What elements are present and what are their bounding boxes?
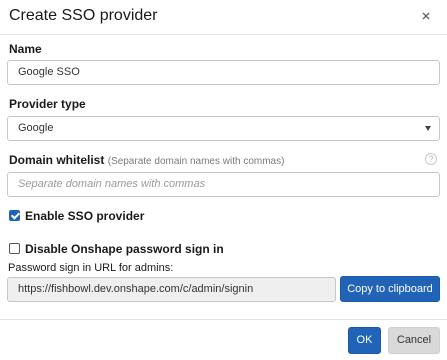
domain-whitelist-label: Domain whitelist (Separate domain names … bbox=[9, 153, 284, 167]
create-sso-provider-dialog: Create SSO provider Name Google SSO Prov… bbox=[0, 0, 447, 360]
cancel-button[interactable]: Cancel bbox=[388, 327, 440, 354]
password-url-label: Password sign in URL for admins: bbox=[8, 262, 174, 274]
enable-sso-label: Enable SSO provider bbox=[25, 209, 145, 223]
enable-sso-row[interactable]: Enable SSO provider bbox=[9, 209, 144, 223]
help-icon[interactable]: ? bbox=[425, 153, 437, 165]
disable-password-row[interactable]: Disable Onshape password sign in bbox=[9, 242, 224, 256]
close-icon[interactable] bbox=[418, 8, 434, 24]
dialog-header: Create SSO provider bbox=[0, 0, 447, 35]
dialog-title: Create SSO provider bbox=[9, 7, 158, 24]
provider-type-value: Google bbox=[18, 122, 54, 134]
name-label: Name bbox=[9, 42, 42, 56]
provider-type-select[interactable]: Google bbox=[7, 116, 440, 141]
password-url-field[interactable]: https://fishbowl.dev.onshape.com/c/admin… bbox=[7, 277, 336, 302]
disable-password-label: Disable Onshape password sign in bbox=[25, 242, 224, 256]
domain-whitelist-label-text: Domain whitelist bbox=[9, 153, 105, 167]
enable-sso-checkbox[interactable] bbox=[9, 210, 20, 221]
footer-divider bbox=[0, 319, 447, 320]
ok-button[interactable]: OK bbox=[348, 327, 381, 354]
domain-whitelist-hint: (Separate domain names with commas) bbox=[107, 156, 285, 167]
chevron-down-icon bbox=[425, 126, 431, 131]
disable-password-checkbox[interactable] bbox=[9, 243, 20, 254]
name-input[interactable]: Google SSO bbox=[7, 60, 440, 85]
domain-whitelist-input[interactable]: Separate domain names with commas bbox=[7, 172, 440, 197]
copy-to-clipboard-button[interactable]: Copy to clipboard bbox=[340, 276, 440, 302]
provider-type-label: Provider type bbox=[9, 97, 86, 111]
